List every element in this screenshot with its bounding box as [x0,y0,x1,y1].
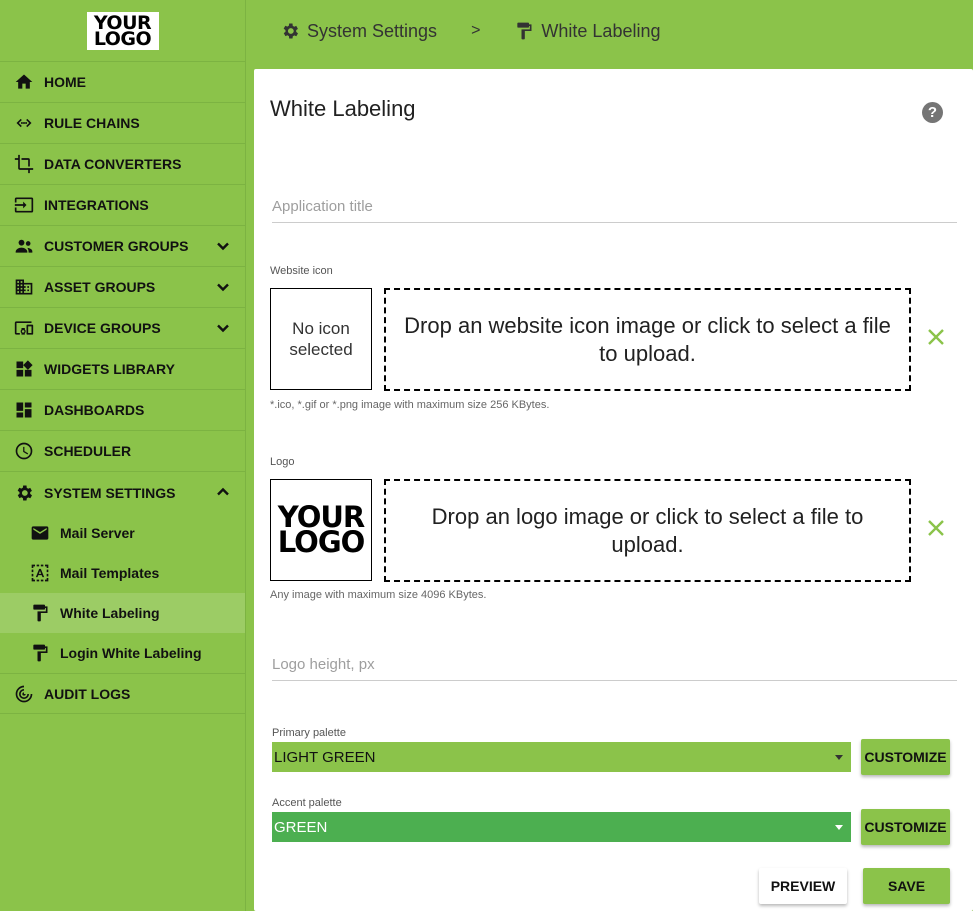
sidebar-item-customer-groups[interactable]: CUSTOMER GROUPS [0,226,245,267]
chevron-down-icon[interactable] [215,320,231,336]
sidebar-item-audit-logs[interactable]: AUDIT LOGS [0,673,245,714]
sidebar-item-widgets-library[interactable]: WIDGETS LIBRARY [0,349,245,390]
sidebar-item-label: HOME [44,74,86,90]
breadcrumb-label: White Labeling [541,20,661,41]
sidebar-item-rule-chains[interactable]: RULE CHAINS [0,103,245,144]
code-arrows-icon [13,112,35,134]
sidebar-item-label: INTEGRATIONS [44,197,149,213]
accent-palette-value: GREEN [274,818,328,836]
paint-roller-icon [29,602,51,624]
clear-logo-button[interactable] [926,518,950,542]
sidebar-subitem-login-white-labeling[interactable]: Login White Labeling [0,633,245,673]
primary-palette-label: Primary palette [272,727,346,739]
website-icon-preview: No icon selected [270,288,372,390]
paint-roller-icon [517,22,532,40]
dropdown-arrow-icon [835,755,843,760]
chevron-up-icon[interactable] [215,484,231,500]
logo-text-line2: LOGO [93,27,152,50]
website-icon-drop-zone[interactable]: Drop an website icon image or click to s… [384,288,911,391]
website-icon-hint: *.ico, *.gif or *.png image with maximum… [270,399,550,411]
close-icon [928,520,944,536]
sidebar-item-home[interactable]: HOME [0,62,245,103]
sidebar-item-label: SCHEDULER [44,443,132,459]
primary-palette-value: LIGHT GREEN [274,748,376,766]
radar-icon [13,683,35,705]
close-icon [928,329,944,345]
chevron-down-icon[interactable] [215,279,231,295]
application-title-field [272,191,957,223]
sidebar-subitem-label: Mail Templates [60,565,160,581]
customize-accent-button[interactable]: CUSTOMIZE [861,809,950,845]
sidebar-item-label: SYSTEM SETTINGS [44,484,176,501]
sidebar-item-label: WIDGETS LIBRARY [44,361,175,377]
sidebar-item-label: DASHBOARDS [44,402,145,418]
sidebar-subitem-label: White Labeling [60,605,160,621]
breadcrumb-separator: > [471,22,481,39]
sidebar-item-label: DEVICE GROUPS [44,320,161,336]
home-icon [13,71,35,93]
customize-primary-button[interactable]: CUSTOMIZE [861,739,950,775]
devices-icon [13,317,35,339]
logo-hint: Any image with maximum size 4096 KBytes. [270,589,487,601]
sidebar-item-asset-groups[interactable]: ASSET GROUPS [0,267,245,308]
sidebar-item-scheduler[interactable]: SCHEDULER [0,431,245,472]
sidebar-item-data-converters[interactable]: DATA CONVERTERS [0,144,245,185]
breadcrumb: System Settings > White Labeling [246,0,973,62]
website-icon-label: Website icon [270,265,333,277]
preview-button[interactable]: PREVIEW [759,868,847,904]
sidebar-subitem-mail-server[interactable]: Mail Server [0,513,245,553]
sidebar-item-label: ASSET GROUPS [44,279,156,295]
gear-icon [13,482,35,504]
paint-roller-icon [29,642,51,664]
dropdown-arrow-icon [835,825,843,830]
sidebar-item-system-settings[interactable]: SYSTEM SETTINGS [0,472,245,513]
page-title: White Labeling [270,96,416,121]
application-title-input[interactable] [272,191,957,221]
white-labeling-card: White Labeling ? Website icon No icon se… [254,69,973,911]
gear-icon [283,23,298,39]
sidebar: YOUR LOGO HOME RULE CHAINS DATA CONVERTE… [0,0,246,911]
clear-website-icon-button[interactable] [926,327,950,351]
help-icon[interactable]: ? [922,102,943,123]
save-button[interactable]: SAVE [863,868,950,904]
dashboard-icon [13,399,35,421]
primary-palette-select[interactable]: LIGHT GREEN [272,742,851,772]
accent-palette-select[interactable]: GREEN [272,812,851,842]
input-icon [13,194,35,216]
preview-text: selected [289,340,353,359]
breadcrumb-system-settings[interactable]: System Settings [280,21,437,42]
sidebar-subitem-white-labeling[interactable]: White Labeling [0,593,245,633]
chevron-down-icon[interactable] [215,238,231,254]
logo-image: YOUR LOGO [277,503,366,559]
sidebar-subitem-label: Mail Server [60,525,135,541]
logo-drop-zone[interactable]: Drop an logo image or click to select a … [384,479,911,582]
sidebar-logo-area: YOUR LOGO [0,0,245,62]
template-icon [29,562,51,584]
logo-height-field [272,649,957,681]
widgets-icon [13,358,35,380]
logo-preview: YOUR LOGO [270,479,372,581]
logo-height-input[interactable] [272,649,957,679]
building-icon [13,276,35,298]
sidebar-item-label: CUSTOMER GROUPS [44,238,189,254]
accent-palette-label: Accent palette [272,797,342,809]
preview-text: No icon [292,319,350,338]
crop-icon [13,153,35,175]
breadcrumb-label: System Settings [307,20,438,41]
mail-icon [29,522,51,544]
sidebar-item-label: DATA CONVERTERS [44,156,182,172]
breadcrumb-white-labeling: White Labeling [514,21,660,42]
logo-text-line2: LOGO [277,525,366,559]
sidebar-subitem-mail-templates[interactable]: Mail Templates [0,553,245,593]
sidebar-item-dashboards[interactable]: DASHBOARDS [0,390,245,431]
sidebar-item-label: RULE CHAINS [44,115,140,131]
logo-label: Logo [270,456,295,468]
sidebar-item-device-groups[interactable]: DEVICE GROUPS [0,308,245,349]
sidebar-item-integrations[interactable]: INTEGRATIONS [0,185,245,226]
logo[interactable]: YOUR LOGO [86,11,159,50]
clock-icon [13,440,35,462]
people-icon [13,235,35,257]
sidebar-item-label: AUDIT LOGS [44,685,131,702]
sidebar-subitem-label: Login White Labeling [60,645,202,661]
